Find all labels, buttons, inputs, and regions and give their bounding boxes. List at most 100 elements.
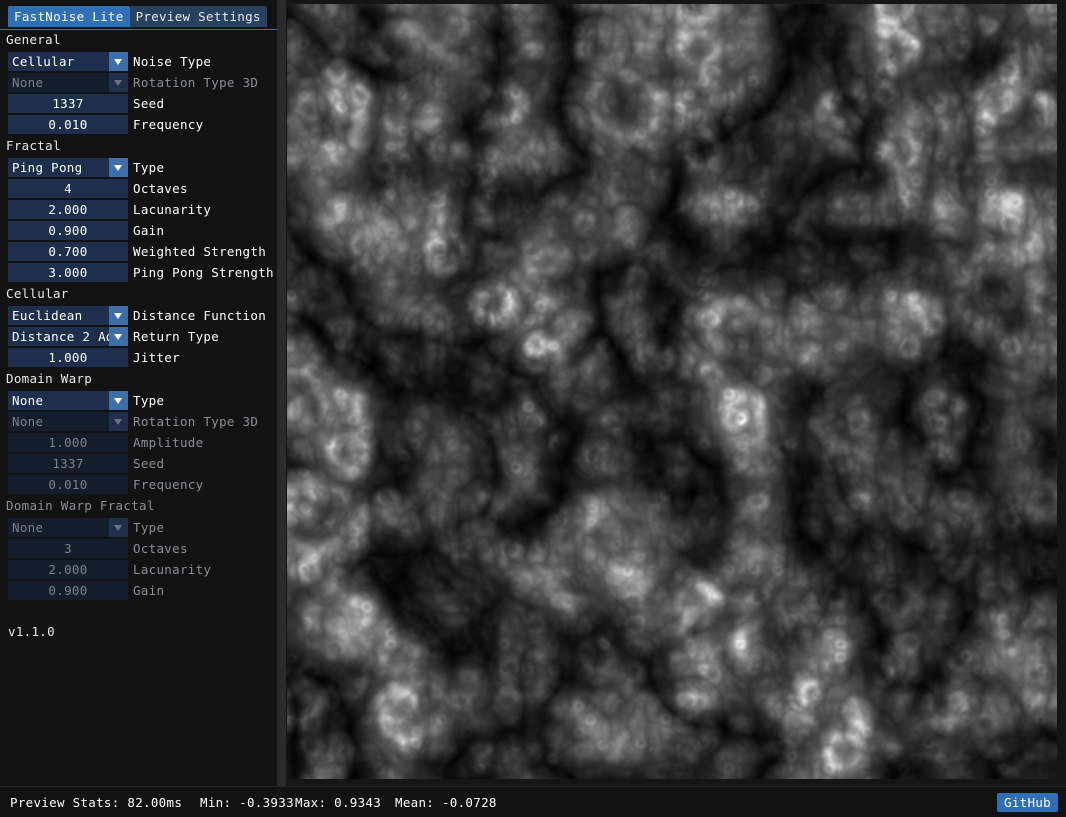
domain-warp-seed-value: 1337: [52, 456, 84, 471]
min-value-label: Min: -0.3933: [200, 795, 294, 810]
domain-warp-fractal-gain-value: 0.900: [48, 583, 88, 598]
setting-row-weighted-strength: 0.700 Weighted Strength: [0, 242, 277, 261]
domain-warp-type-label: Type: [133, 393, 165, 408]
octaves-label: Octaves: [133, 181, 188, 196]
jitter-value: 1.000: [48, 350, 88, 365]
lacunarity-label: Lacunarity: [133, 202, 212, 217]
section-header-domain-warp: Domain Warp: [6, 371, 93, 386]
number-input-jitter[interactable]: 1.000: [8, 348, 128, 367]
setting-row-domain-warp-fractal-type: None Type: [0, 518, 277, 537]
chevron-down-icon[interactable]: [109, 306, 128, 325]
tab-preview-settings[interactable]: Preview Settings: [129, 6, 267, 27]
ping-pong-strength-label: Ping Pong Strength: [133, 265, 274, 280]
setting-row-domain-warp-frequency: 0.010 Frequency: [0, 475, 277, 494]
chevron-down-icon: [109, 518, 128, 537]
setting-row-domain-warp-fractal-octaves: 3 Octaves: [0, 539, 277, 558]
lacunarity-value: 2.000: [48, 202, 88, 217]
gain-value: 0.900: [48, 223, 88, 238]
chevron-down-icon: [109, 73, 128, 92]
number-input-octaves[interactable]: 4: [8, 179, 128, 198]
preview-stats-label: Preview Stats: 82.00ms: [10, 795, 183, 810]
setting-row-gain: 0.900 Gain: [0, 221, 277, 240]
setting-row-noise-type: Cellular Noise Type: [0, 52, 277, 71]
setting-row-octaves: 4 Octaves: [0, 179, 277, 198]
domain-warp-fractal-type-label: Type: [133, 520, 165, 535]
section-header-fractal: Fractal: [6, 138, 61, 153]
section-header-general: General: [6, 32, 61, 47]
domain-warp-fractal-octaves-value: 3: [64, 541, 72, 556]
number-input-domain-warp-amplitude: 1.000: [8, 433, 128, 452]
github-button[interactable]: GitHub: [997, 793, 1058, 812]
weighted-strength-value: 0.700: [48, 244, 88, 259]
tab-fastnoise-lite[interactable]: FastNoise Lite: [8, 6, 130, 27]
setting-row-domain-warp-rotation-type-3d: None Rotation Type 3D: [0, 412, 277, 431]
seed-label: Seed: [133, 96, 165, 111]
domain-warp-fractal-lacunarity-value: 2.000: [48, 562, 88, 577]
number-input-gain[interactable]: 0.900: [8, 221, 128, 240]
dropdown-domain-warp-rotation-type-3d: None: [8, 412, 128, 431]
jitter-label: Jitter: [133, 350, 180, 365]
setting-row-return-type: Distance 2 Add Return Type: [0, 327, 277, 346]
distance-function-label: Distance Function: [133, 308, 267, 323]
domain-warp-frequency-value: 0.010: [48, 477, 88, 492]
setting-row-domain-warp-seed: 1337 Seed: [0, 454, 277, 473]
domain-warp-fractal-gain-label: Gain: [133, 583, 165, 598]
dropdown-domain-warp-fractal-type: None: [8, 518, 128, 537]
setting-row-rotation-type-3d: None Rotation Type 3D: [0, 73, 277, 92]
number-input-seed[interactable]: 1337: [8, 94, 128, 113]
return-type-label: Return Type: [133, 329, 220, 344]
domain-warp-fractal-lacunarity-label: Lacunarity: [133, 562, 212, 577]
max-value-label: Max: 0.9343: [295, 795, 382, 810]
frequency-value: 0.010: [48, 117, 88, 132]
fastnoise-lite-window: FastNoise Lite Preview Settings General Ce…: [0, 0, 1066, 817]
domain-warp-amplitude-value: 1.000: [48, 435, 88, 450]
settings-panel: FastNoise Lite Preview Settings General Ce…: [0, 0, 277, 786]
dropdown-rotation-type-3d: None: [8, 73, 128, 92]
number-input-ping-pong-strength[interactable]: 3.000: [8, 263, 128, 282]
octaves-value: 4: [64, 181, 72, 196]
dropdown-distance-function[interactable]: Euclidean: [8, 306, 128, 325]
setting-row-seed: 1337 Seed: [0, 94, 277, 113]
domain-warp-frequency-label: Frequency: [133, 477, 204, 492]
status-bar: Preview Stats: 82.00ms Min: -0.3933 Max:…: [0, 786, 1066, 817]
section-header-cellular: Cellular: [6, 286, 69, 301]
chevron-down-icon[interactable]: [109, 52, 128, 71]
chevron-down-icon: [109, 412, 128, 431]
dropdown-domain-warp-type[interactable]: None: [8, 391, 128, 410]
chevron-down-icon[interactable]: [109, 327, 128, 346]
number-input-domain-warp-seed: 1337: [8, 454, 128, 473]
setting-row-ping-pong-strength: 3.000 Ping Pong Strength: [0, 263, 277, 282]
setting-row-frequency: 0.010 Frequency: [0, 115, 277, 134]
noise-type-label: Noise Type: [133, 54, 212, 69]
number-input-weighted-strength[interactable]: 0.700: [8, 242, 128, 261]
number-input-domain-warp-fractal-octaves: 3: [8, 539, 128, 558]
mean-value-label: Mean: -0.0728: [395, 795, 497, 810]
setting-row-lacunarity: 2.000 Lacunarity: [0, 200, 277, 219]
chevron-down-icon[interactable]: [109, 391, 128, 410]
chevron-down-icon[interactable]: [109, 158, 128, 177]
setting-row-domain-warp-fractal-lacunarity: 2.000 Lacunarity: [0, 560, 277, 579]
frequency-label: Frequency: [133, 117, 204, 132]
noise-preview-area: [286, 0, 1066, 786]
noise-preview-canvas[interactable]: [287, 4, 1057, 779]
domain-warp-amplitude-label: Amplitude: [133, 435, 204, 450]
weighted-strength-label: Weighted Strength: [133, 244, 267, 259]
settings-sections: General Cellular Noise Type None Rotation Ty…: [0, 30, 277, 600]
setting-row-domain-warp-amplitude: 1.000 Amplitude: [0, 433, 277, 452]
seed-value: 1337: [52, 96, 84, 111]
section-header-domain-warp-fractal: Domain Warp Fractal: [6, 498, 155, 513]
version-label: v1.1.0: [8, 624, 55, 639]
panel-splitter[interactable]: [277, 0, 286, 786]
dropdown-return-type[interactable]: Distance 2 Add: [8, 327, 128, 346]
dropdown-noise-type[interactable]: Cellular: [8, 52, 128, 71]
number-input-lacunarity[interactable]: 2.000: [8, 200, 128, 219]
fractal-type-label: Type: [133, 160, 165, 175]
tab-bar: FastNoise Lite Preview Settings: [0, 6, 277, 30]
number-input-frequency[interactable]: 0.010: [8, 115, 128, 134]
number-input-domain-warp-frequency: 0.010: [8, 475, 128, 494]
number-input-domain-warp-fractal-gain: 0.900: [8, 581, 128, 600]
domain-warp-seed-label: Seed: [133, 456, 165, 471]
setting-row-distance-function: Euclidean Distance Function: [0, 306, 277, 325]
dropdown-fractal-type[interactable]: Ping Pong: [8, 158, 128, 177]
gain-label: Gain: [133, 223, 165, 238]
